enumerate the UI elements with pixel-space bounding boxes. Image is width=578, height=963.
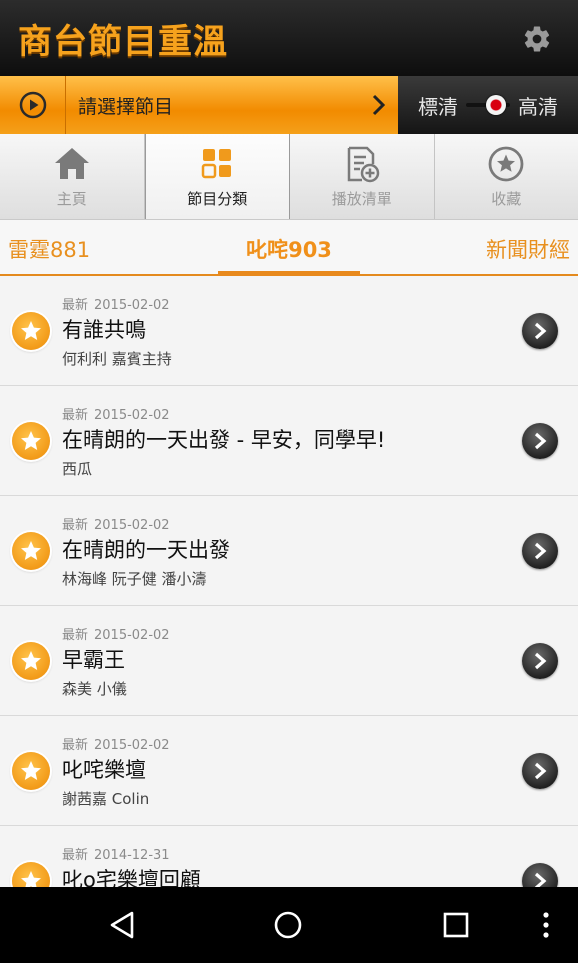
- list-item[interactable]: 最新 2015-02-02 早霸王 森美 小儀: [0, 606, 578, 716]
- open-detail-button[interactable]: [522, 313, 558, 349]
- open-detail-button[interactable]: [522, 643, 558, 679]
- item-title: 在晴朗的一天出發: [62, 538, 230, 562]
- item-date: 2015-02-02: [94, 408, 170, 423]
- program-select-dropdown[interactable]: 請選擇節目: [0, 76, 398, 134]
- home-circle-icon[interactable]: [272, 909, 304, 941]
- new-badge: 最新: [62, 738, 89, 753]
- item-hosts: 何利利 嘉賓主持: [62, 350, 172, 368]
- quality-sd-label: 標清: [418, 94, 458, 119]
- favorite-star-icon[interactable]: [12, 642, 50, 680]
- quality-switch[interactable]: [466, 95, 510, 115]
- tab-categories-label: 節目分類: [187, 190, 248, 208]
- favorite-star-icon[interactable]: [12, 862, 50, 887]
- list-item[interactable]: 最新 2015-02-02 有誰共鳴 何利利 嘉賓主持: [0, 276, 578, 386]
- star-circle-icon: [488, 146, 524, 182]
- title-bar: 商台節目重溫: [0, 0, 578, 76]
- list-item[interactable]: 最新 2014-12-31 叱o宅樂壇回顧: [0, 826, 578, 887]
- favorite-star-icon[interactable]: [12, 422, 50, 460]
- channel-tab-881[interactable]: 雷霆881: [8, 234, 90, 264]
- item-meta: 最新 2015-02-02: [62, 734, 170, 753]
- chevron-right-icon: [534, 432, 547, 450]
- app-title: 商台節目重溫: [18, 21, 228, 62]
- new-badge: 最新: [62, 628, 89, 643]
- item-hosts: 謝茜嘉 Colin: [62, 790, 150, 808]
- chevron-right-icon: [534, 542, 547, 560]
- item-hosts: 森美 小儀: [62, 680, 127, 698]
- item-meta: 最新 2015-02-02: [62, 624, 170, 643]
- tab-categories[interactable]: 節目分類: [144, 134, 290, 219]
- grid-icon: [202, 149, 232, 179]
- overflow-menu-icon[interactable]: [540, 909, 552, 941]
- new-badge: 最新: [62, 848, 89, 863]
- item-title: 有誰共鳴: [62, 318, 146, 342]
- item-date: 2014-12-31: [94, 848, 170, 863]
- channel-tabs: 雷霆881 叱咤903 新聞財經: [0, 220, 578, 276]
- switch-knob: [486, 95, 506, 115]
- tab-playlist[interactable]: 播放清單: [290, 134, 435, 219]
- item-date: 2015-02-02: [94, 518, 170, 533]
- list-item[interactable]: 最新 2015-02-02 在晴朗的一天出發 - 早安，同學早! 西瓜: [0, 386, 578, 496]
- item-meta: 最新 2015-02-02: [62, 514, 170, 533]
- item-hosts: 林海峰 阮子健 潘小濤: [62, 570, 207, 588]
- open-detail-button[interactable]: [522, 863, 558, 887]
- favorite-star-icon[interactable]: [12, 752, 50, 790]
- tab-home[interactable]: 主頁: [0, 134, 145, 219]
- recents-square-icon[interactable]: [442, 911, 470, 939]
- new-badge: 最新: [62, 298, 89, 313]
- play-circle-icon: [19, 91, 46, 119]
- settings-gear-icon[interactable]: [522, 24, 552, 54]
- open-detail-button[interactable]: [522, 753, 558, 789]
- item-date: 2015-02-02: [94, 738, 170, 753]
- chevron-right-icon: [534, 762, 547, 780]
- tab-playlist-label: 播放清單: [331, 190, 392, 208]
- play-button[interactable]: [0, 76, 66, 134]
- program-selector-bar: 請選擇節目 標清 高清: [0, 76, 578, 134]
- playlist-add-icon: [347, 146, 379, 183]
- back-icon[interactable]: [106, 909, 138, 941]
- main-nav-tabs: 主頁 節目分類 播放清單 收藏: [0, 134, 578, 220]
- item-date: 2015-02-02: [94, 628, 170, 643]
- program-select-label: 請選擇節目: [78, 95, 174, 118]
- open-detail-button[interactable]: [522, 533, 558, 569]
- new-badge: 最新: [62, 408, 89, 423]
- item-title: 叱o宅樂壇回顧: [62, 868, 201, 887]
- item-meta: 最新 2015-02-02: [62, 294, 170, 313]
- open-detail-button[interactable]: [522, 423, 558, 459]
- home-icon: [54, 148, 89, 179]
- tab-favorites[interactable]: 收藏: [435, 134, 578, 219]
- program-list: 最新 2015-02-02 有誰共鳴 何利利 嘉賓主持 最新 2015-02-02 …: [0, 276, 578, 887]
- item-hosts: 西瓜: [62, 460, 93, 478]
- chevron-right-icon: [534, 652, 547, 670]
- favorite-star-icon[interactable]: [12, 532, 50, 570]
- tab-home-label: 主頁: [56, 190, 87, 208]
- quality-hd-label: 高清: [518, 94, 558, 119]
- chevron-right-icon: [534, 322, 547, 340]
- list-item[interactable]: 最新 2015-02-02 在晴朗的一天出發 林海峰 阮子健 潘小濤: [0, 496, 578, 606]
- item-meta: 最新 2015-02-02: [62, 404, 170, 423]
- item-date: 2015-02-02: [94, 298, 170, 313]
- favorite-star-icon[interactable]: [12, 312, 50, 350]
- chevron-right-icon: [372, 94, 386, 116]
- channel-tab-903[interactable]: 叱咤903: [218, 234, 360, 264]
- item-meta: 最新 2014-12-31: [62, 844, 170, 863]
- item-title: 叱咤樂壇: [62, 758, 146, 782]
- app-root: 商台節目重溫 請選擇節目 標清 高清 主頁 節目分類 播放清單 收藏 雷霆881…: [0, 0, 578, 963]
- system-nav-bar: [0, 887, 578, 963]
- quality-toggle[interactable]: 標清 高清: [398, 76, 578, 134]
- new-badge: 最新: [62, 518, 89, 533]
- list-item[interactable]: 最新 2015-02-02 叱咤樂壇 謝茜嘉 Colin: [0, 716, 578, 826]
- chevron-right-icon: [534, 872, 547, 887]
- channel-tab-news[interactable]: 新聞財經: [486, 234, 570, 264]
- item-title: 在晴朗的一天出發 - 早安，同學早!: [62, 428, 386, 452]
- item-title: 早霸王: [62, 648, 125, 672]
- tab-favorites-label: 收藏: [491, 190, 522, 208]
